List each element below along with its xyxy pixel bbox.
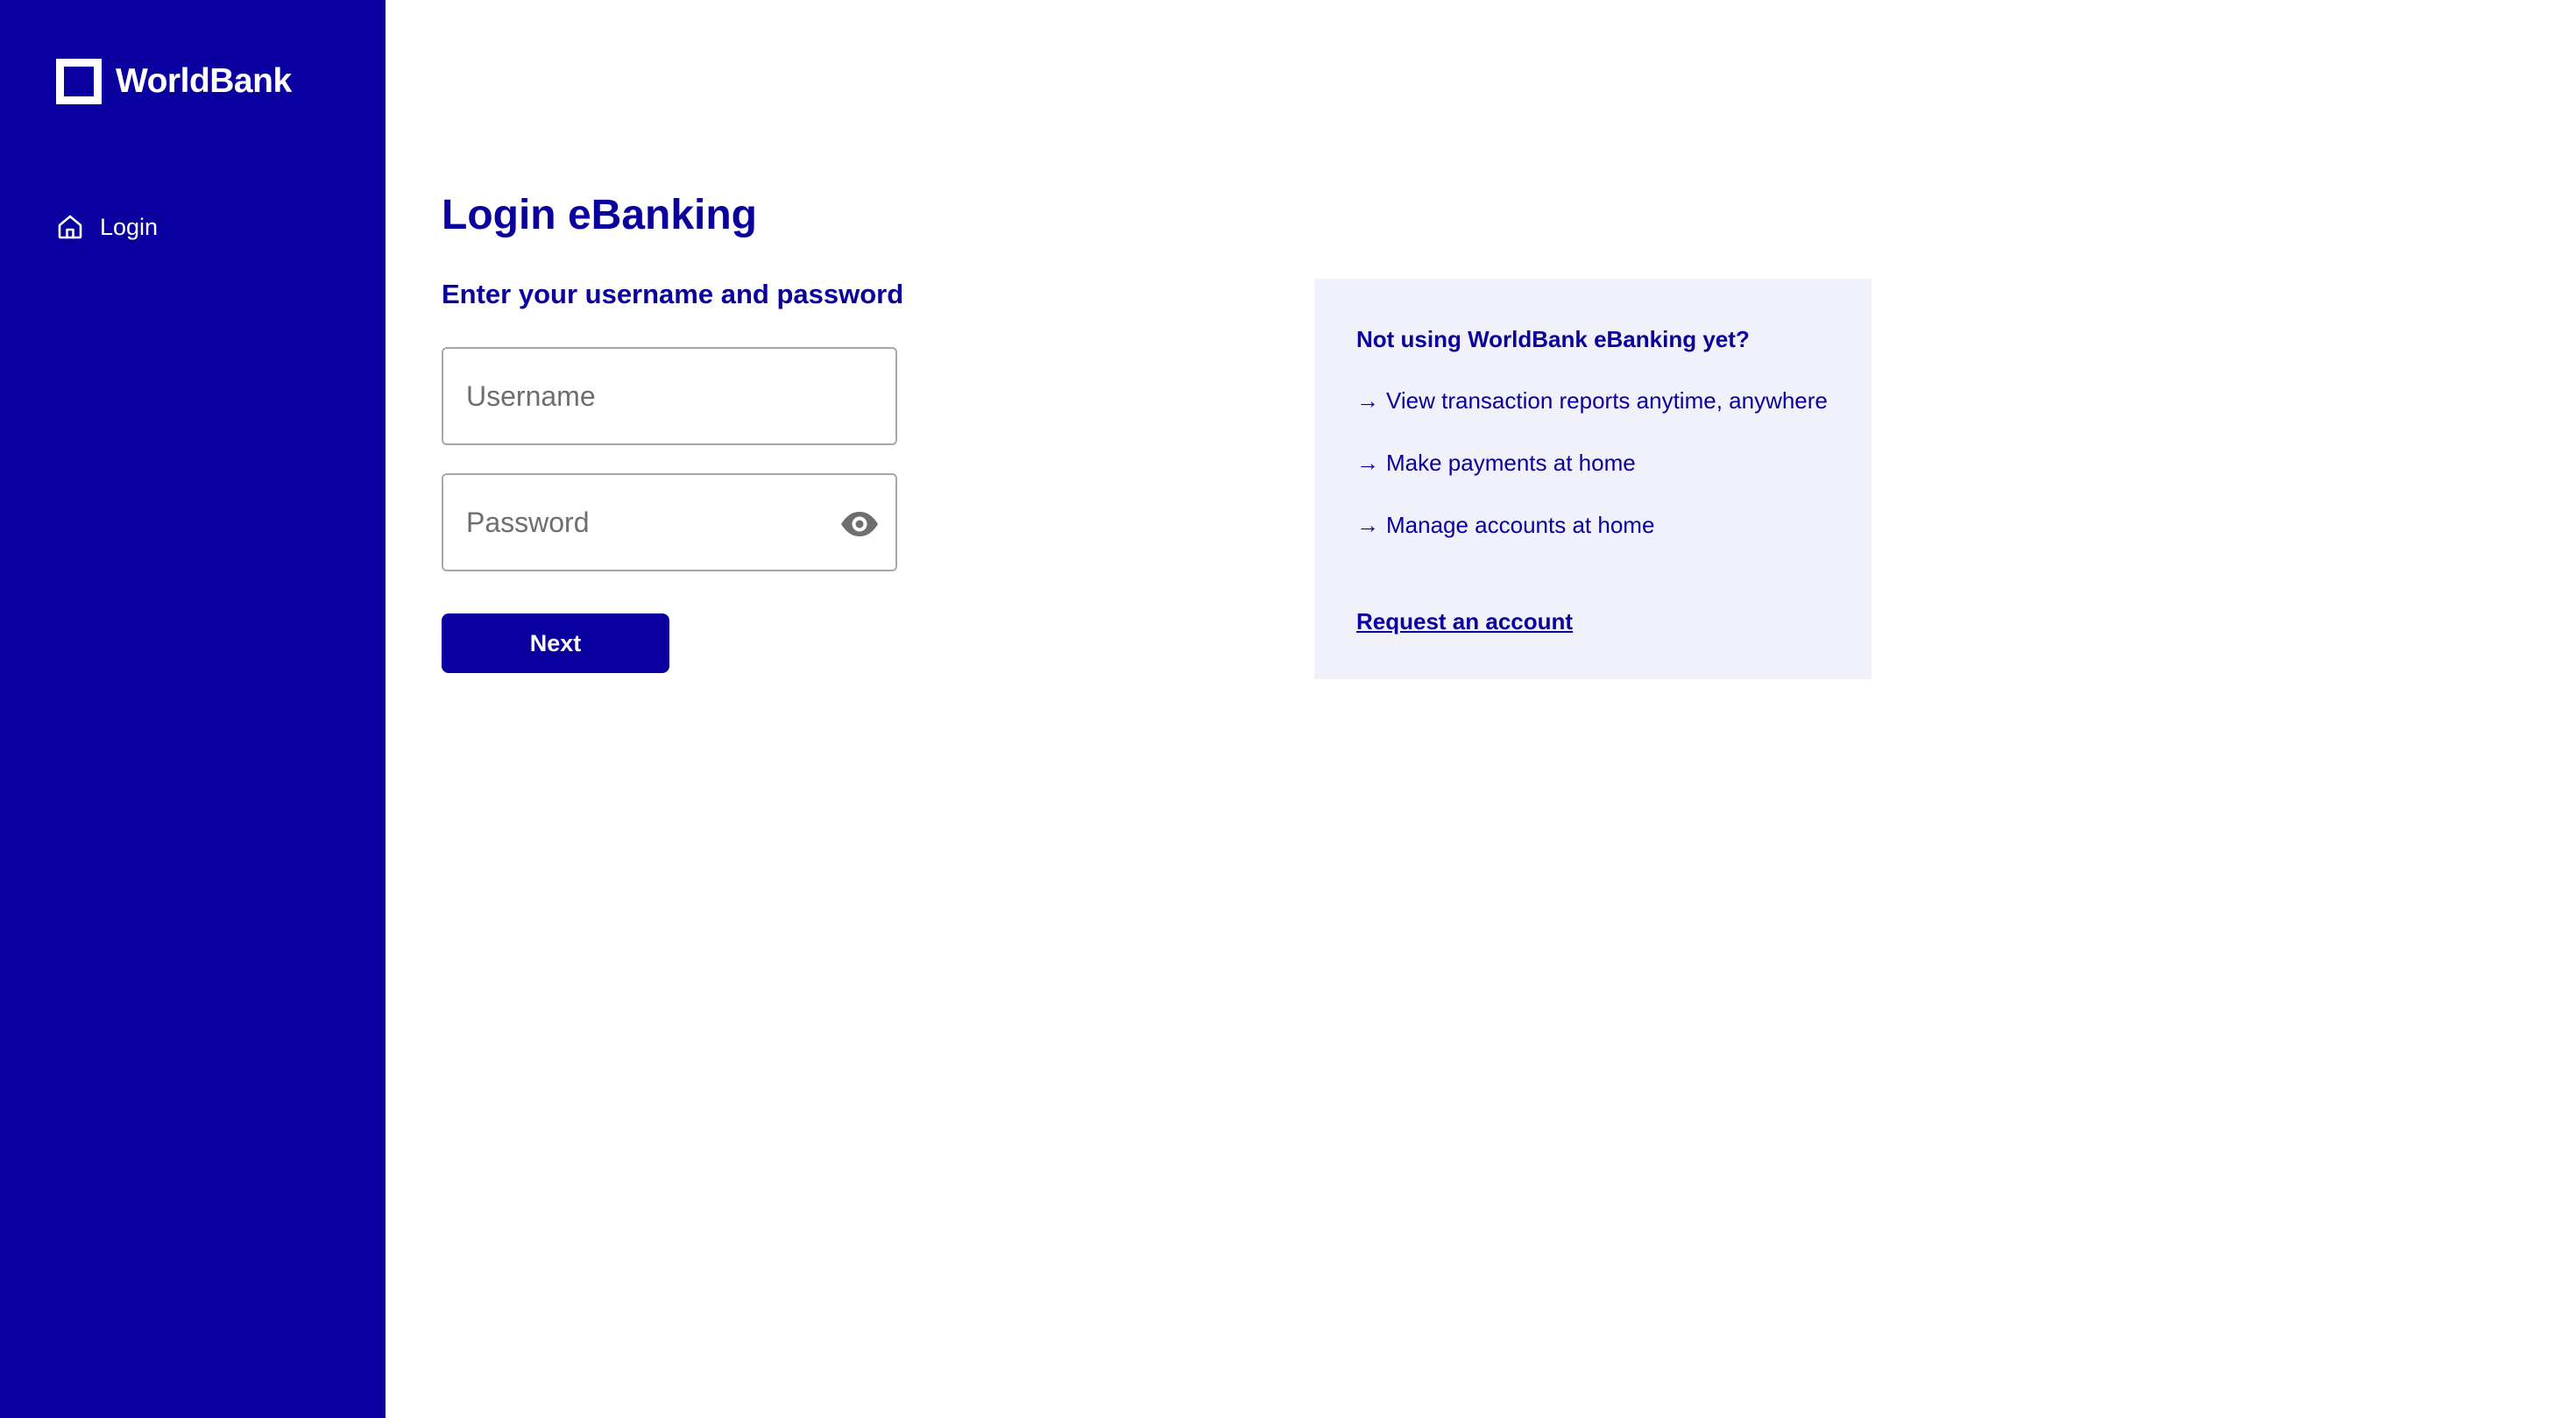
username-input[interactable] bbox=[443, 349, 895, 443]
benefit-text: View transaction reports anytime, anywhe… bbox=[1386, 387, 1828, 414]
password-input[interactable] bbox=[443, 475, 895, 570]
eye-icon[interactable] bbox=[839, 507, 880, 542]
main-content: Login eBanking Enter your username and p… bbox=[386, 0, 2576, 1418]
login-subtitle: Enter your username and password bbox=[442, 279, 904, 309]
info-panel: Not using WorldBank eBanking yet? → View… bbox=[1314, 279, 1872, 679]
sidebar: WorldBank Login bbox=[0, 0, 386, 1418]
benefit-text: Make payments at home bbox=[1386, 450, 1636, 476]
sidebar-item-login[interactable]: Login bbox=[56, 210, 158, 244]
arrow-right-icon: → bbox=[1356, 512, 1379, 538]
next-button[interactable]: Next bbox=[442, 613, 669, 673]
benefit-item: → Manage accounts at home bbox=[1356, 512, 1654, 539]
page-title: Login eBanking bbox=[442, 192, 757, 238]
password-field-container bbox=[442, 473, 897, 571]
brand-name: WorldBank bbox=[116, 62, 292, 100]
info-title: Not using WorldBank eBanking yet? bbox=[1356, 326, 1750, 352]
benefit-item: → Make payments at home bbox=[1356, 450, 1636, 477]
request-account-link[interactable]: Request an account bbox=[1356, 608, 1573, 635]
benefit-item: → View transaction reports anytime, anyw… bbox=[1356, 387, 1828, 415]
username-field-container bbox=[442, 347, 897, 445]
home-icon bbox=[56, 213, 84, 241]
brand-logo[interactable]: WorldBank bbox=[56, 58, 292, 105]
square-outline-icon bbox=[56, 59, 102, 104]
arrow-right-icon: → bbox=[1356, 450, 1379, 476]
sidebar-item-label: Login bbox=[100, 213, 159, 240]
arrow-right-icon: → bbox=[1356, 387, 1379, 414]
benefit-text: Manage accounts at home bbox=[1386, 512, 1655, 538]
